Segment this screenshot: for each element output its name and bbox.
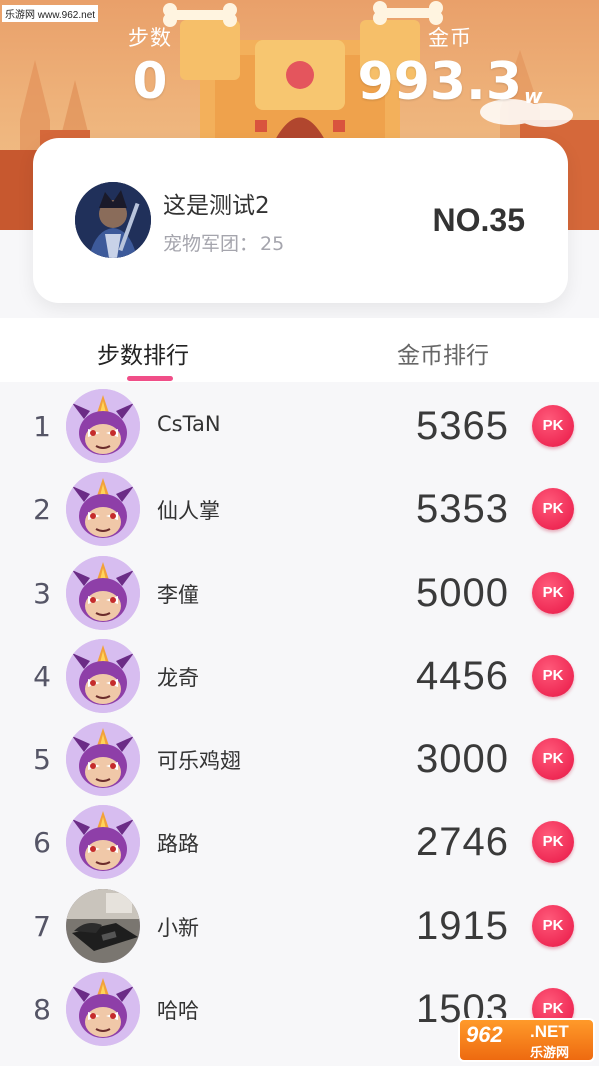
- avatar: [66, 472, 140, 547]
- rank-number: 7: [33, 909, 51, 943]
- rank-number: 8: [33, 993, 51, 1027]
- tab-steps-ranking[interactable]: 步数排行: [97, 336, 189, 370]
- step-count: 4456: [416, 653, 509, 698]
- user-name: 李僮: [157, 582, 199, 607]
- table-row[interactable]: 6 路路 2746 PK: [0, 800, 599, 883]
- pk-button[interactable]: PK: [532, 738, 574, 781]
- rank-number: 2: [33, 493, 51, 527]
- avatar: [66, 972, 140, 1047]
- my-profile-card[interactable]: 这是测试2 宠物军团： 25 NO.35: [33, 138, 568, 303]
- user-name: 路路: [157, 832, 199, 857]
- coins-unit: w: [524, 84, 543, 108]
- pet-team-count: 宠物军团： 25: [163, 233, 285, 255]
- pk-button[interactable]: PK: [532, 405, 574, 447]
- tab-coins-ranking[interactable]: 金币排行: [397, 336, 489, 370]
- coins-label: 金币: [428, 26, 472, 50]
- avatar: [66, 722, 140, 797]
- avatar: [66, 389, 140, 463]
- site-watermark: 乐游网 www.962.net: [2, 5, 99, 22]
- step-count: 2746: [416, 820, 509, 865]
- user-name: 可乐鸡翅: [157, 749, 241, 774]
- rank-number: 5: [33, 743, 51, 777]
- step-count: 3000: [416, 737, 509, 782]
- user-name: 仙人掌: [157, 499, 220, 524]
- step-count: 1915: [416, 903, 509, 948]
- my-rank: NO.35: [432, 202, 525, 238]
- user-name: CsTaN: [157, 412, 221, 436]
- steps-value: 0: [132, 52, 168, 110]
- my-username: 这是测试2: [163, 193, 270, 219]
- steps-label: 步数: [128, 26, 172, 50]
- step-count: 5353: [416, 487, 509, 532]
- hero-portrait-icon: [75, 182, 151, 258]
- rank-number: 1: [33, 410, 51, 443]
- pk-button[interactable]: PK: [532, 654, 574, 697]
- step-count: 5365: [416, 404, 509, 448]
- rank-number: 3: [33, 576, 51, 610]
- table-row[interactable]: 4 龙奇 4456 PK: [0, 634, 599, 717]
- pk-button[interactable]: PK: [532, 571, 574, 614]
- user-name: 龙奇: [157, 665, 199, 690]
- user-name: 哈哈: [157, 999, 199, 1024]
- pk-button[interactable]: PK: [532, 904, 574, 947]
- rank-number: 4: [33, 659, 51, 693]
- coins-value: 993.3: [357, 52, 522, 112]
- avatar: [66, 888, 140, 963]
- table-row[interactable]: 5 可乐鸡翅 3000 PK: [0, 717, 599, 800]
- avatar: [66, 805, 140, 880]
- table-row[interactable]: 1 CsTaN 5365 PK: [0, 384, 599, 467]
- table-row[interactable]: 2 仙人掌 5353 PK: [0, 467, 599, 550]
- rank-number: 6: [33, 826, 51, 860]
- site-logo-watermark: 962 .NET 乐游网: [458, 1018, 595, 1062]
- leaderboard-screen: 乐游网 www.962.net 步数 0 金币 993.3 w 这是测试2 宠物…: [0, 0, 599, 1066]
- avatar: [66, 555, 140, 630]
- avatar: [75, 182, 151, 258]
- steps-stat: 步数 0: [100, 22, 200, 106]
- ranking-tabs: 步数排行 金币排行: [0, 318, 599, 382]
- step-count: 5000: [416, 570, 509, 615]
- coins-stat: 金币 993.3 w: [355, 22, 545, 108]
- avatar: [66, 638, 140, 713]
- ranking-list: 1 CsTaN 5365 PK 2 仙人掌 5353 PK 3 李僮 5000 …: [0, 384, 599, 1050]
- pk-button[interactable]: PK: [532, 488, 574, 531]
- table-row[interactable]: 3 李僮 5000 PK: [0, 551, 599, 634]
- pk-button[interactable]: PK: [532, 821, 574, 864]
- user-name: 小新: [157, 915, 199, 940]
- active-tab-indicator: [127, 376, 173, 381]
- table-row[interactable]: 7 小新 1915 PK: [0, 884, 599, 967]
